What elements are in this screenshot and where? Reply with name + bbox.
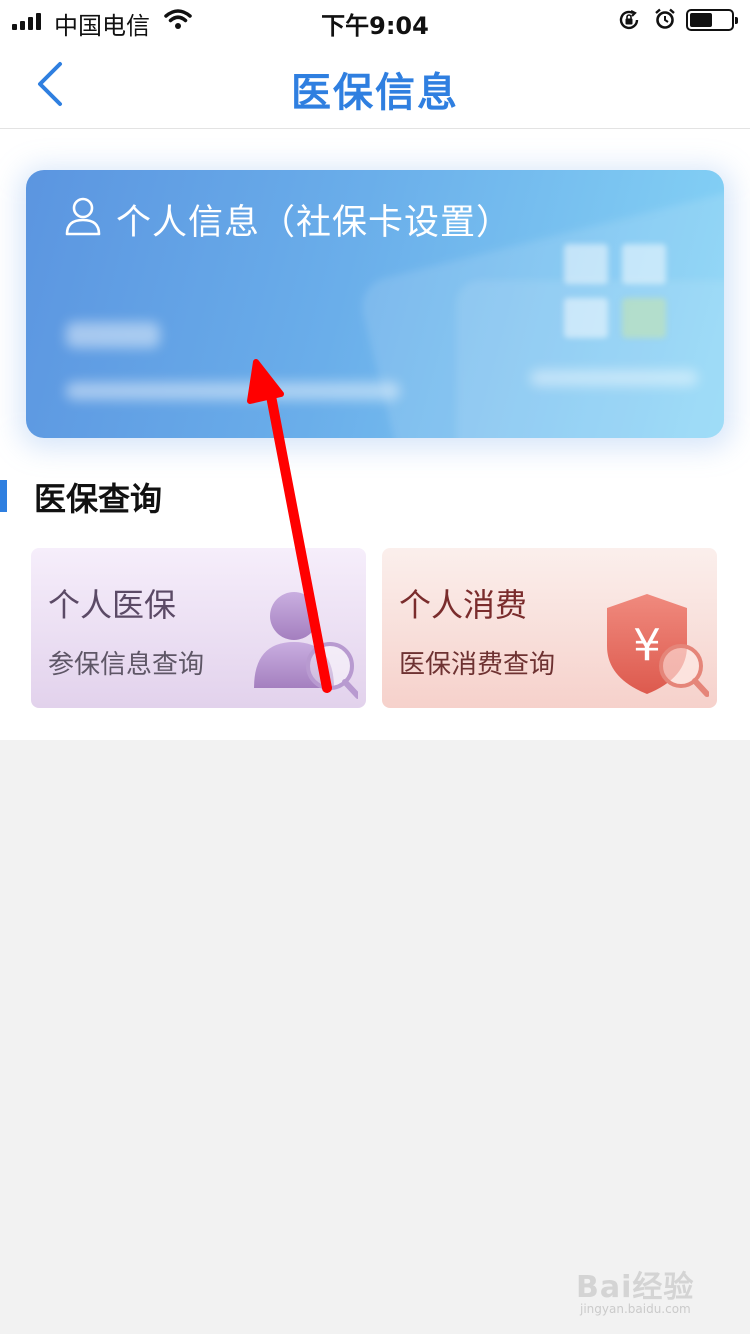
battery-level <box>690 13 712 27</box>
user-icon <box>65 197 101 236</box>
personal-insurance-tile[interactable]: 个人医保 参保信息查询 <box>31 548 366 708</box>
section-accent-bar <box>0 480 7 512</box>
tile-title: 个人医保 <box>48 586 177 624</box>
alarm-icon <box>655 8 675 29</box>
qr-code-icon <box>564 244 668 340</box>
blurred-id-number <box>66 382 400 400</box>
battery-icon <box>686 9 738 31</box>
watermark-url: jingyan.baidu.com <box>580 1302 691 1316</box>
tile-subtitle: 医保消费查询 <box>399 650 556 680</box>
rotation-lock-icon <box>619 10 639 30</box>
blurred-card-number <box>530 370 698 386</box>
yuan-shield-search-icon: ¥ <box>607 594 709 697</box>
card-title: 个人信息（社保卡设置） <box>116 203 513 243</box>
personal-consumption-tile[interactable]: 个人消费 医保消费查询 ¥ <box>382 548 717 708</box>
section-title: 医保查询 <box>34 480 163 518</box>
baidu-jingyan-watermark: Bai经验 jingyan.baidu.com <box>576 1262 736 1322</box>
tile-subtitle: 参保信息查询 <box>48 650 205 680</box>
watermark-logo: Bai经验 <box>576 1270 695 1305</box>
navigation-bar: 医保信息 <box>0 40 750 129</box>
personal-info-card[interactable]: 个人信息（社保卡设置） <box>26 170 724 438</box>
tile-title: 个人消费 <box>399 586 528 624</box>
page-title: 医保信息 <box>291 70 459 116</box>
person-search-icon <box>254 592 358 699</box>
blurred-name <box>66 322 160 348</box>
svg-text:¥: ¥ <box>633 620 661 671</box>
status-bar: 中国电信 下午9:04 <box>0 0 750 40</box>
